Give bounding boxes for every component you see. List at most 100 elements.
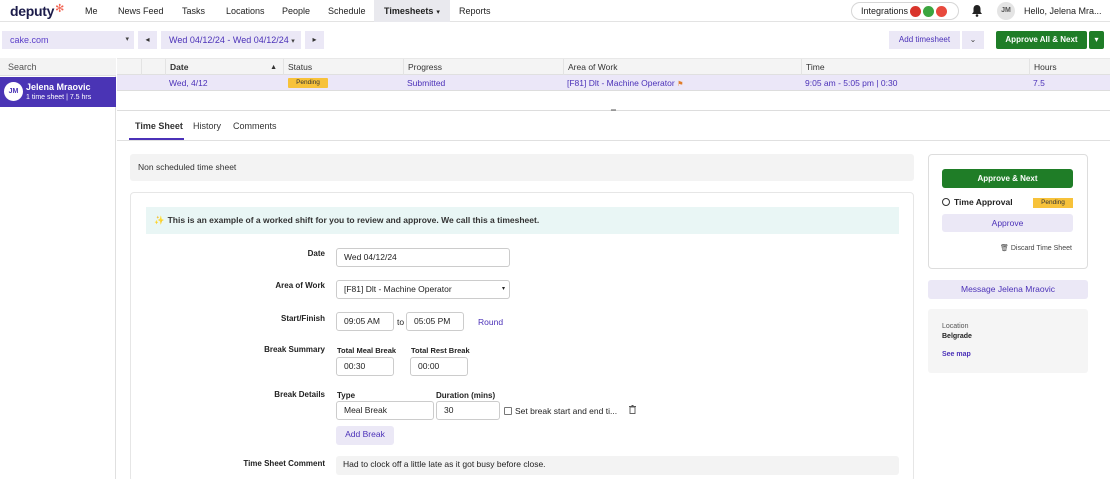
- table-row[interactable]: Wed, 4/12 Pending Submitted [F81] Dlt - …: [117, 75, 1110, 91]
- sparkle-icon: ✨: [154, 215, 165, 225]
- row-time: 9:05 am - 5:05 pm | 0:30: [805, 78, 898, 88]
- comment-label: Time Sheet Comment: [243, 459, 325, 468]
- timesheet-form-card: [130, 192, 914, 479]
- finish-time-input[interactable]: 05:05 PM: [406, 312, 464, 331]
- employee-search-input[interactable]: Search: [0, 58, 116, 76]
- company-label: cake.com: [10, 35, 49, 45]
- date-range-label: Wed 04/12/24 - Wed 04/12/24: [169, 35, 289, 45]
- integration-icon-3: [936, 6, 947, 17]
- header-status[interactable]: Status: [283, 59, 403, 76]
- start-time-input[interactable]: 09:05 AM: [336, 312, 394, 331]
- chevron-down-icon: ▾: [501, 286, 505, 292]
- break-type-input[interactable]: Meal Break: [336, 401, 434, 420]
- panel-splitter[interactable]: ═: [117, 107, 1110, 114]
- active-tab-indicator: [129, 138, 184, 140]
- checkbox-box[interactable]: [504, 407, 512, 415]
- chevron-down-icon: ▾: [1094, 35, 1099, 44]
- chevron-down-icon: ▾: [436, 9, 440, 16]
- area-select-value: [F81] Dlt - Machine Operator: [344, 284, 452, 294]
- message-employee-button[interactable]: Message Jelena Mraovic: [928, 280, 1088, 299]
- header-progress[interactable]: Progress: [403, 59, 563, 76]
- user-greeting[interactable]: Hello, Jelena Mra...: [1024, 0, 1102, 22]
- top-nav: deputy✻ Me News Feed Tasks Locations Peo…: [0, 0, 1110, 22]
- discard-timesheet-link[interactable]: 🗑 Discard Time Sheet: [1000, 244, 1072, 252]
- bell-icon[interactable]: [971, 4, 983, 17]
- tip-banner: ✨ This is an example of a worked shift fo…: [146, 207, 899, 234]
- sort-up-icon: ▲: [270, 64, 277, 71]
- header-time[interactable]: Time: [801, 59, 1029, 76]
- detail-tabs: Time Sheet History Comments: [117, 114, 1110, 141]
- company-select[interactable]: cake.com ▾: [2, 31, 134, 49]
- area-select[interactable]: [F81] Dlt - Machine Operator ▾: [336, 280, 510, 299]
- approve-button[interactable]: Approve: [942, 214, 1073, 232]
- deputy-logo[interactable]: deputy✻: [10, 3, 64, 19]
- tab-time-sheet[interactable]: Time Sheet: [135, 121, 183, 131]
- break-details-label: Break Details: [274, 390, 325, 399]
- integrations-label: Integrations: [861, 6, 909, 16]
- trash-icon[interactable]: [629, 405, 636, 414]
- nav-me[interactable]: Me: [85, 0, 98, 22]
- employee-summary: 1 time sheet | 7.5 hrs: [26, 94, 92, 101]
- date-input[interactable]: Wed 04/12/24: [336, 248, 510, 267]
- round-link[interactable]: Round: [478, 317, 503, 327]
- time-approval-text: Time Approval: [954, 197, 1013, 207]
- status-badge: Pending: [288, 78, 328, 88]
- timesheet-grid: Date ▲ Status Progress Area of Work Time …: [117, 58, 1110, 110]
- nav-schedule[interactable]: Schedule: [328, 0, 366, 22]
- nav-locations[interactable]: Locations: [226, 0, 265, 22]
- header-area[interactable]: Area of Work: [563, 59, 801, 76]
- date-label: Date: [307, 249, 325, 258]
- grid-header: Date ▲ Status Progress Area of Work Time …: [117, 58, 1110, 76]
- tab-history[interactable]: History: [193, 121, 221, 131]
- set-break-times-checkbox[interactable]: Set break start and end ti...: [504, 406, 617, 416]
- approve-all-next-button[interactable]: Approve All & Next: [996, 31, 1087, 49]
- header-date[interactable]: Date ▲: [165, 59, 283, 76]
- total-meal-break-input[interactable]: 00:30: [336, 357, 394, 376]
- tip-text: This is an example of a worked shift for…: [167, 215, 540, 225]
- header-date-label: Date: [170, 62, 189, 72]
- toolbar: cake.com ▾ ◂ Wed 04/12/24 - Wed 04/12/24 …: [0, 27, 1110, 54]
- start-finish-label: Start/Finish: [280, 314, 325, 323]
- nav-tasks[interactable]: Tasks: [182, 0, 205, 22]
- employee-name: Jelena Mraovic: [26, 82, 91, 92]
- date-range-select[interactable]: Wed 04/12/24 - Wed 04/12/24 ▾: [161, 31, 301, 49]
- tab-comments[interactable]: Comments: [233, 121, 277, 131]
- area-label: Area of Work: [275, 281, 325, 290]
- next-date-button[interactable]: ▸: [305, 31, 324, 49]
- nav-timesheets[interactable]: Timesheets ▾: [374, 0, 450, 22]
- add-break-button[interactable]: Add Break: [336, 426, 394, 445]
- grid-select-column: [117, 59, 141, 76]
- chevron-down-icon: ⌄: [969, 35, 977, 44]
- add-timesheet-dropdown[interactable]: ⌄: [962, 31, 984, 49]
- row-area: [F81] Dlt - Machine Operator ⚑: [567, 75, 683, 91]
- prev-date-button[interactable]: ◂: [138, 31, 157, 49]
- trash-icon: 🗑: [1000, 245, 1009, 252]
- integration-icon-2: [923, 6, 934, 17]
- employee-row[interactable]: JM Jelena Mraovic 1 time sheet | 7.5 hrs: [0, 77, 116, 107]
- header-hours[interactable]: Hours: [1029, 59, 1110, 76]
- employee-list-panel: Search JM Jelena Mraovic 1 time sheet | …: [0, 58, 116, 479]
- break-type-label: Type: [337, 391, 356, 400]
- see-map-link[interactable]: See map: [942, 351, 971, 358]
- discard-label: Discard Time Sheet: [1010, 245, 1072, 252]
- nav-news-feed[interactable]: News Feed: [118, 0, 164, 22]
- total-meal-break-label: Total Meal Break: [337, 346, 397, 355]
- total-rest-break-input[interactable]: 00:00: [410, 357, 468, 376]
- grid-flag-column: [141, 59, 165, 76]
- break-duration-label: Duration (mins): [436, 391, 496, 400]
- row-hours: 7.5: [1033, 78, 1045, 88]
- approve-all-dropdown[interactable]: ▾: [1089, 31, 1104, 49]
- row-progress: Submitted: [407, 78, 446, 88]
- integration-icon-1: [910, 6, 921, 17]
- integrations-button[interactable]: Integrations: [851, 2, 959, 20]
- user-avatar[interactable]: JM: [997, 2, 1015, 20]
- nav-reports[interactable]: Reports: [459, 0, 491, 22]
- drag-handle-icon[interactable]: ═: [611, 107, 616, 114]
- approve-next-button[interactable]: Approve & Next: [942, 169, 1073, 188]
- add-timesheet-button[interactable]: Add timesheet: [889, 31, 960, 49]
- status-badge: Pending: [1033, 198, 1073, 208]
- break-summary-label: Break Summary: [264, 345, 325, 354]
- nav-people[interactable]: People: [282, 0, 310, 22]
- timesheet-comment[interactable]: Had to clock off a little late as it got…: [336, 456, 899, 475]
- break-duration-input[interactable]: 30: [436, 401, 500, 420]
